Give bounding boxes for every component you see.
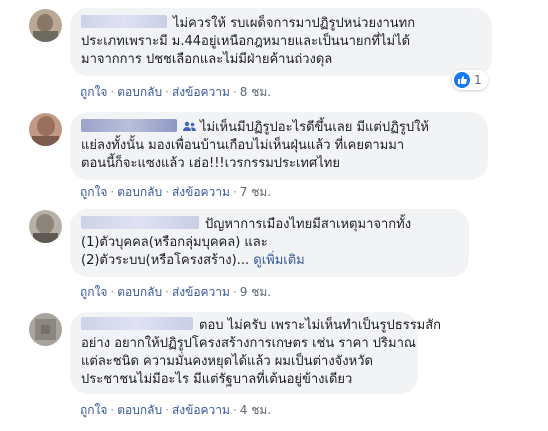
comment-actions: ถูกใจ · ตอบกลับ · ส่งข้อความ · 7 ชม.: [80, 183, 271, 202]
timestamp[interactable]: 7 ชม.: [240, 185, 271, 199]
separator: ·: [165, 185, 169, 199]
reply-link[interactable]: ตอบกลับ: [117, 85, 162, 99]
separator: ·: [232, 85, 237, 99]
separator: ·: [232, 185, 237, 199]
comment-actions: ถูกใจ · ตอบกลับ · ส่งข้อความ · 9 ชม.: [80, 283, 271, 302]
comment-actions: ถูกใจ · ตอบกลับ · ส่งข้อความ · 4 ชม.: [80, 401, 271, 420]
comment-actions: ถูกใจ · ตอบกลับ · ส่งข้อความ · 8 ชม.: [80, 83, 271, 102]
avatar[interactable]: [29, 210, 62, 243]
like-icon: [454, 72, 470, 88]
comment-text-line: ปัญหาการเมืองไทยมีสาเหตุมาจากทั้ง: [205, 217, 412, 232]
comment-bubble: ปัญหาการเมืองไทยมีสาเหตุมาจากทั้ง (1)ตัว…: [70, 209, 469, 277]
timestamp[interactable]: 4 ชม.: [240, 403, 271, 417]
blurred-author-name[interactable]: [81, 15, 167, 28]
avatar[interactable]: [29, 113, 62, 146]
comment-text-line: ประเภทเพราะมี ม.44อยู่เหนือกฎหมายและเป็น…: [81, 34, 411, 49]
timestamp[interactable]: 9 ชม.: [240, 285, 271, 299]
comment-text-line: แต่ละชนิด ความมั่นคงหยุดได้แล้ว ผมเป็นต่…: [81, 354, 373, 369]
see-more-link[interactable]: ดูเพิ่มเติม: [253, 253, 304, 268]
like-link[interactable]: ถูกใจ: [80, 85, 107, 99]
reply-link[interactable]: ตอบกลับ: [117, 403, 162, 417]
message-link[interactable]: ส่งข้อความ: [172, 403, 230, 417]
comment-text-line: ไม่เห็นมีปฏิรูปอะไรดีขึ้นเลย มีแต่ปฏิรูป…: [200, 120, 429, 135]
avatar[interactable]: [29, 9, 62, 42]
separator: ·: [165, 285, 169, 299]
message-link[interactable]: ส่งข้อความ: [172, 185, 230, 199]
timestamp[interactable]: 8 ชม.: [240, 85, 271, 99]
reaction-count-number: 1: [474, 73, 482, 87]
friends-icon: [183, 121, 196, 131]
reply-link[interactable]: ตอบกลับ: [117, 185, 162, 199]
comment-text-line: แย่ลงทั้งนั้น มองเพื่อนบ้านเกือบไม่เห็นฝ…: [81, 138, 405, 153]
separator: ·: [110, 285, 115, 299]
comment-bubble: ไม่ควรให้ รบเผด็จการมาปฏิรูปหน่วยงานทก ป…: [70, 8, 492, 76]
comment-text-line: อย่าง อยากให้ปฏิรูปโครงสร้างการเกษตร เช่…: [81, 336, 416, 351]
reply-link[interactable]: ตอบกลับ: [117, 285, 162, 299]
like-link[interactable]: ถูกใจ: [80, 285, 107, 299]
avatar[interactable]: [29, 313, 62, 346]
separator: ·: [232, 285, 237, 299]
comment-text-line: ประชาชนไม่มีอะไร มีแต่รัฐบาลที่เต้นอยู่ข…: [81, 372, 353, 387]
comment-bubble: ไม่เห็นมีปฏิรูปอะไรดีขึ้นเลย มีแต่ปฏิรูป…: [70, 112, 488, 180]
separator: ·: [110, 85, 115, 99]
blurred-author-name[interactable]: [81, 317, 193, 330]
comment-text-line: มาจากการ ปชชเลือกและไม่มีฝ่ายค้านถ่วงดุล: [81, 52, 333, 67]
message-link[interactable]: ส่งข้อความ: [172, 85, 230, 99]
separator: ·: [110, 403, 115, 417]
separator: ·: [110, 185, 115, 199]
separator: ·: [165, 85, 169, 99]
separator: ·: [165, 403, 169, 417]
comment-text-line: ตอบ ไม่ครับ เพราะไม่เห็นทำเป็นรูปธรรมสัก: [199, 318, 442, 333]
blurred-author-name[interactable]: [81, 119, 177, 132]
comment-text-line: (1)ตัวบุคคล(หรือกลุ่มบุคคล) และ: [81, 235, 268, 250]
like-link[interactable]: ถูกใจ: [80, 403, 107, 417]
separator: ·: [232, 403, 237, 417]
like-link[interactable]: ถูกใจ: [80, 185, 107, 199]
message-link[interactable]: ส่งข้อความ: [172, 285, 230, 299]
comment-bubble: ตอบ ไม่ครับ เพราะไม่เห็นทำเป็นรูปธรรมสัก…: [70, 312, 441, 394]
blurred-author-name[interactable]: [81, 216, 199, 229]
comment-text-line: ไม่ควรให้ รบเผด็จการมาปฏิรูปหน่วยงานทก: [173, 16, 416, 31]
comment-text-line: ตอนนี้ก็จะแซงแล้ว เฮ่อ!!!เวรกรรมประเทศไท…: [81, 156, 340, 171]
reaction-count[interactable]: 1: [452, 70, 488, 90]
comment-text-line: (2)ตัวระบบ(หรือโครงสร้าง)...: [81, 253, 250, 268]
